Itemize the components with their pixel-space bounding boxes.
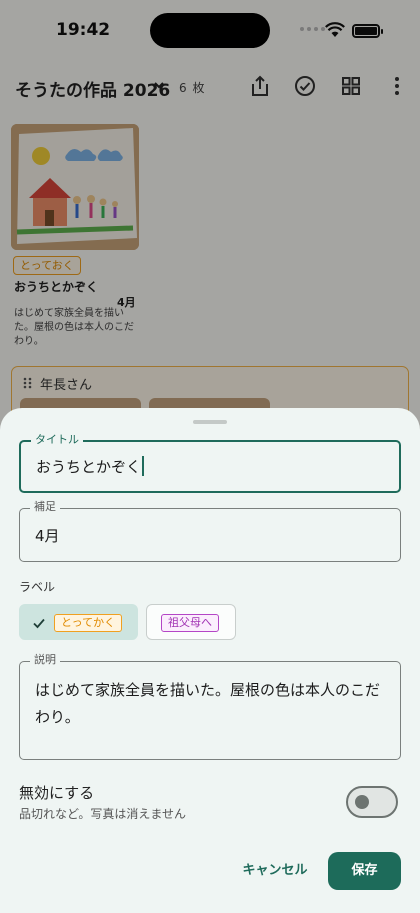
disable-toggle-subtitle: 品切れなど。写真は消えません [19,807,187,821]
title-field-label: タイトル [31,433,83,447]
text-caret [142,456,145,476]
edit-bottom-sheet: タイトル おうちとかぞく 補足 4月 ラベル とってかく 祖父母へ 説明 はじめ… [0,408,420,913]
title-input-text[interactable]: おうちとかぞく [36,456,145,477]
description-input-text[interactable]: はじめて家族全員を描いた。屋根の色は本人のこだわり。 [35,677,390,731]
disable-switch[interactable] [346,786,398,818]
save-button[interactable]: 保存 [328,852,401,890]
cancel-button[interactable]: キャンセル [236,854,314,888]
switch-thumb [355,795,369,809]
note-field[interactable]: 補足 4月 [19,500,401,562]
label-option-keep[interactable]: とってかく [19,604,138,640]
grandparents-tag: 祖父母へ [161,614,219,632]
description-field[interactable]: 説明 はじめて家族全員を描いた。屋根の色は本人のこだわり。 [19,653,401,760]
label-option-grandparents[interactable]: 祖父母へ [146,604,236,640]
title-field[interactable]: タイトル おうちとかぞく [19,433,401,493]
note-input-text[interactable]: 4月 [35,525,60,546]
check-icon [33,618,45,629]
disable-toggle-title: 無効にする [19,784,95,802]
sheet-drag-handle[interactable] [193,420,227,424]
description-field-label: 説明 [30,653,60,667]
keep-tag: とってかく [54,614,123,632]
note-field-label: 補足 [30,500,60,514]
labels-heading: ラベル [19,580,56,594]
